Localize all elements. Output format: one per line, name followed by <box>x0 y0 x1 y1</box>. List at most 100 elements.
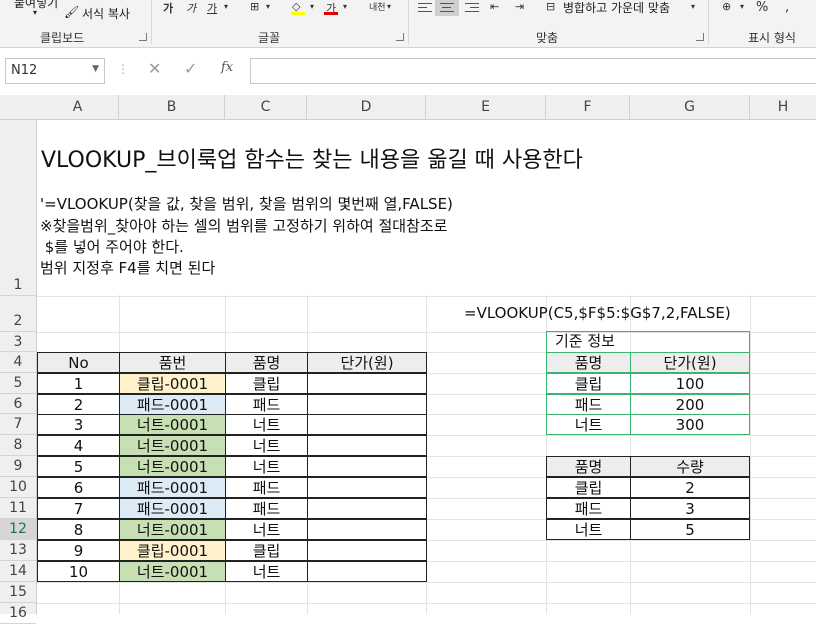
qty-row-name[interactable]: 패드 <box>546 498 631 519</box>
qty-row-qty[interactable]: 5 <box>630 519 750 540</box>
increase-indent-icon[interactable]: ⇥ <box>515 0 524 16</box>
alignment-launcher-icon[interactable] <box>696 33 704 41</box>
table-row-name[interactable]: 클립 <box>225 373 308 394</box>
qty-row-qty[interactable]: 2 <box>630 477 750 498</box>
table-row-no[interactable]: 4 <box>37 435 120 456</box>
row-header-9[interactable]: 9 <box>0 456 36 477</box>
row-header-14[interactable]: 14 <box>0 561 36 582</box>
row-header-1[interactable]: 1 <box>0 120 36 296</box>
font-launcher-icon[interactable] <box>396 33 404 41</box>
table-row-code[interactable]: 패드-0001 <box>119 477 226 498</box>
accounting-dropdown-icon[interactable]: ▾ <box>740 2 744 18</box>
ref-header-name[interactable]: 품명 <box>546 352 631 373</box>
table-row-code[interactable]: 너트-0001 <box>119 561 226 582</box>
main-header-price[interactable]: 단가(원) <box>307 352 427 373</box>
ref-row-price[interactable]: 200 <box>630 394 750 415</box>
table-row-name[interactable]: 클립 <box>225 540 308 561</box>
column-header-b[interactable]: B <box>119 95 225 119</box>
comma-button[interactable]: , <box>785 0 789 16</box>
table-row-price[interactable] <box>307 414 427 435</box>
main-header-code[interactable]: 품번 <box>119 352 226 373</box>
paste-dropdown-icon[interactable]: ▾ <box>33 8 37 17</box>
table-row-code[interactable]: 너트-0001 <box>119 435 226 456</box>
table-row-code[interactable]: 패드-0001 <box>119 498 226 519</box>
merge-dropdown-icon[interactable]: ▾ <box>691 2 695 18</box>
row-header-6[interactable]: 6 <box>0 394 36 414</box>
row-header-5[interactable]: 5 <box>0 373 36 394</box>
table-row-name[interactable]: 너트 <box>225 561 308 582</box>
font-color-dropdown-icon[interactable]: ▾ <box>343 2 347 18</box>
table-row-no[interactable]: 2 <box>37 394 120 415</box>
table-row-name[interactable]: 패드 <box>225 394 308 415</box>
insert-function-button[interactable]: fx <box>221 60 233 75</box>
border-icon[interactable]: ⊞ <box>250 0 259 16</box>
row-header-4[interactable]: 4 <box>0 352 36 373</box>
accounting-format-icon[interactable]: ⊕ <box>722 0 731 16</box>
column-header-g[interactable]: G <box>630 95 750 119</box>
percent-button[interactable]: % <box>756 0 768 16</box>
worksheet-grid[interactable]: VLOOKUP_브이룩업 함수는 찾는 내용을 옮길 때 사용한다 '=VLOO… <box>37 120 816 614</box>
fill-dropdown-icon[interactable]: ▾ <box>310 2 314 18</box>
table-row-code[interactable]: 패드-0001 <box>119 394 226 415</box>
align-right-icon[interactable] <box>465 0 481 14</box>
table-row-name[interactable]: 너트 <box>225 435 308 456</box>
row-header-7[interactable]: 7 <box>0 414 36 435</box>
table-row-name[interactable]: 패드 <box>225 498 308 519</box>
table-row-name[interactable]: 너트 <box>225 456 308 477</box>
name-box-dropdown-icon[interactable]: ▼ <box>92 64 99 74</box>
underline-button[interactable]: 가 <box>207 0 217 16</box>
phonetic-button[interactable]: 내천 <box>369 0 386 16</box>
column-header-h[interactable]: H <box>750 95 816 119</box>
column-header-f[interactable]: F <box>546 95 630 119</box>
qty-row-name[interactable]: 클립 <box>546 477 631 498</box>
table-row-no[interactable]: 8 <box>37 519 120 540</box>
table-row-code[interactable]: 너트-0001 <box>119 456 226 477</box>
table-row-no[interactable]: 5 <box>37 456 120 477</box>
table-row-price[interactable] <box>307 373 427 394</box>
table-row-price[interactable] <box>307 394 427 415</box>
italic-button[interactable]: 가 <box>186 0 196 16</box>
table-row-no[interactable]: 10 <box>37 561 120 582</box>
qty-header-qty[interactable]: 수량 <box>630 456 750 477</box>
merge-center-button[interactable]: 병합하고 가운데 맞춤 <box>563 0 670 16</box>
row-header-12[interactable]: 12 <box>0 519 36 540</box>
table-row-name[interactable]: 너트 <box>225 519 308 540</box>
format-painter-icon[interactable]: 🖌 <box>64 5 79 19</box>
table-row-no[interactable]: 3 <box>37 414 120 435</box>
ref-row-name[interactable]: 너트 <box>546 414 631 435</box>
decrease-indent-icon[interactable]: ⇤ <box>490 0 499 16</box>
table-row-price[interactable] <box>307 561 427 582</box>
align-center-icon[interactable] <box>440 0 456 14</box>
table-row-no[interactable]: 9 <box>37 540 120 561</box>
ref-row-price[interactable]: 300 <box>630 414 750 435</box>
table-row-code[interactable]: 너트-0001 <box>119 519 226 540</box>
table-row-code[interactable]: 너트-0001 <box>119 414 226 435</box>
ref-row-name[interactable]: 패드 <box>546 394 631 415</box>
table-row-price[interactable] <box>307 498 427 519</box>
row-header-11[interactable]: 11 <box>0 498 36 519</box>
qty-row-qty[interactable]: 3 <box>630 498 750 519</box>
table-row-no[interactable]: 7 <box>37 498 120 519</box>
cancel-icon[interactable]: ✕ <box>148 59 161 78</box>
row-header-10[interactable]: 10 <box>0 477 36 498</box>
name-box[interactable]: N12 ▼ <box>5 58 105 84</box>
row-header-8[interactable]: 8 <box>0 435 36 456</box>
bold-button[interactable]: 가 <box>163 0 173 16</box>
align-left-icon[interactable] <box>418 0 434 14</box>
row-header-3[interactable]: 3 <box>0 332 36 352</box>
row-header-2[interactable]: 2 <box>0 296 36 332</box>
table-row-no[interactable]: 1 <box>37 373 120 394</box>
qty-row-name[interactable]: 너트 <box>546 519 631 540</box>
phonetic-dropdown-icon[interactable]: ▾ <box>387 2 391 18</box>
qty-header-name[interactable]: 품명 <box>546 456 631 477</box>
table-row-price[interactable] <box>307 519 427 540</box>
column-header-a[interactable]: A <box>37 95 119 119</box>
underline-dropdown-icon[interactable]: ▾ <box>224 2 228 18</box>
table-row-price[interactable] <box>307 435 427 456</box>
ref-header-price[interactable]: 단가(원) <box>630 352 750 373</box>
ref-row-name[interactable]: 클립 <box>546 373 631 394</box>
column-header-e[interactable]: E <box>426 95 546 119</box>
row-header-13[interactable]: 13 <box>0 540 36 561</box>
table-row-name[interactable]: 너트 <box>225 414 308 435</box>
table-row-no[interactable]: 6 <box>37 477 120 498</box>
